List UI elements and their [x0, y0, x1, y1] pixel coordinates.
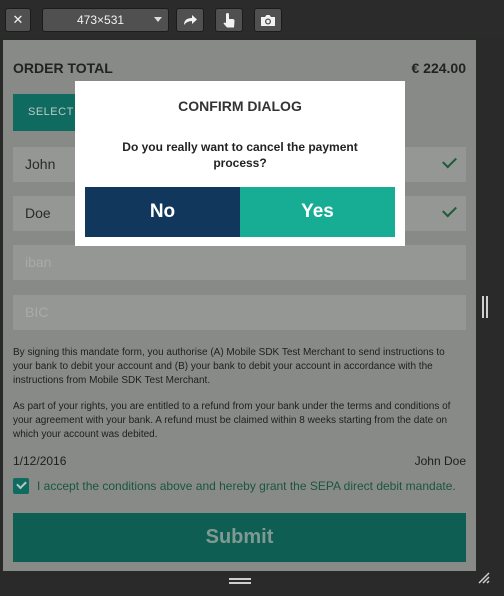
camera-icon — [261, 14, 275, 26]
touch-emulation-button[interactable] — [215, 8, 243, 32]
resize-grip-icon[interactable] — [476, 570, 490, 584]
device-viewport: ORDER TOTAL € 224.00 SELECT A John Doe i… — [3, 40, 476, 571]
device-toolbar: ✕ 473×531 — [0, 0, 504, 38]
bic-placeholder: BIC — [25, 304, 49, 320]
viewport-size-dropdown[interactable]: 473×531 — [42, 8, 169, 32]
accept-checkbox[interactable] — [13, 478, 29, 494]
rotate-icon — [184, 15, 197, 25]
touch-icon — [223, 13, 235, 28]
checkmark-icon — [442, 202, 457, 218]
order-total-row: ORDER TOTAL € 224.00 — [13, 60, 466, 76]
signature-row: 1/12/2016 John Doe — [13, 454, 466, 468]
dialog-no-label: No — [149, 201, 176, 222]
rotate-button[interactable] — [176, 8, 204, 32]
bic-field[interactable]: BIC — [13, 295, 466, 330]
accept-text: I accept the conditions above and hereby… — [37, 479, 456, 493]
dialog-no-button[interactable]: No — [85, 187, 240, 237]
chevron-down-icon — [154, 17, 162, 22]
close-icon: ✕ — [12, 12, 24, 27]
screenshot-button[interactable] — [254, 8, 282, 32]
rights-text: As part of your rights, you are entitled… — [13, 401, 451, 440]
resize-handle-bottom[interactable] — [229, 578, 251, 584]
dialog-title: CONFIRM DIALOG — [178, 98, 302, 114]
submit-button[interactable]: Submit — [13, 513, 466, 562]
accept-conditions-row[interactable]: I accept the conditions above and hereby… — [13, 478, 473, 494]
order-total-label: ORDER TOTAL — [13, 60, 113, 76]
dialog-yes-label: Yes — [301, 201, 334, 222]
close-button[interactable]: ✕ — [5, 8, 31, 32]
first-name-value: John — [25, 156, 56, 172]
signer-name: John Doe — [414, 454, 466, 468]
confirm-dialog: CONFIRM DIALOG Do you really want to can… — [75, 81, 405, 246]
checkmark-icon — [442, 153, 457, 169]
last-name-value: Doe — [25, 205, 51, 221]
iban-field[interactable]: iban — [13, 245, 466, 280]
submit-label: Submit — [205, 526, 274, 548]
mandate-text: By signing this mandate form, you author… — [13, 347, 445, 386]
viewport-size-value: 473×531 — [77, 13, 125, 27]
resize-handle-right[interactable] — [482, 296, 488, 318]
signature-date: 1/12/2016 — [13, 454, 67, 468]
iban-placeholder: iban — [25, 254, 52, 270]
dialog-message: Do you really want to cancel the payment… — [122, 140, 358, 170]
order-total-value: € 224.00 — [411, 60, 467, 76]
dialog-yes-button[interactable]: Yes — [240, 187, 395, 237]
